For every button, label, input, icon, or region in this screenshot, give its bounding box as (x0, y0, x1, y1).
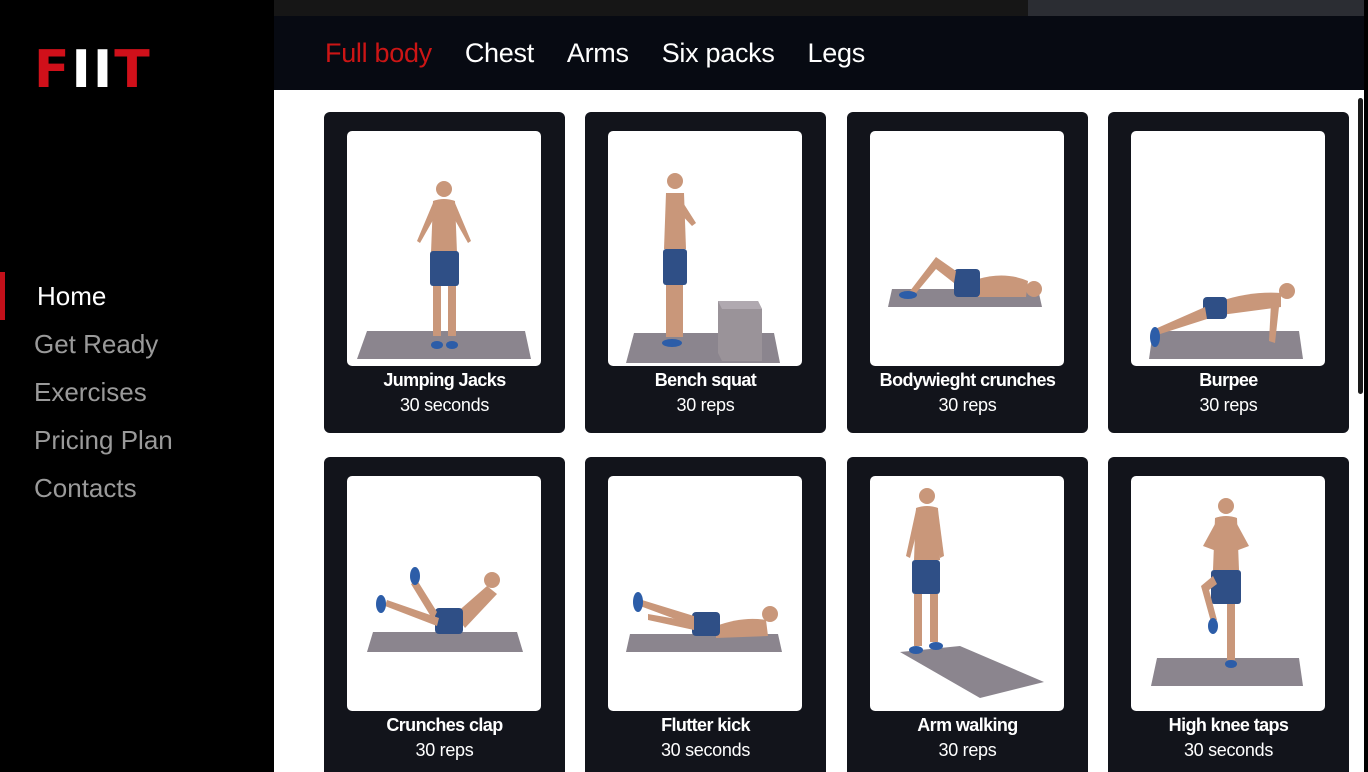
tab-arms[interactable]: Arms (567, 38, 629, 69)
exercise-card[interactable]: Burpee 30 reps (1108, 112, 1349, 433)
exercise-title: Bench squat (654, 370, 757, 390)
exercise-duration: 30 reps (1199, 395, 1258, 415)
sidebar: FIIT Home Get Ready Exercises Pricing Pl… (0, 0, 274, 772)
hero-image-strip (274, 0, 1368, 16)
hero-image-strip-light (1028, 0, 1368, 16)
logo-letters-ii: II (71, 40, 115, 100)
high-knee-figure-icon (1151, 498, 1303, 686)
exercise-duration: 30 seconds (660, 740, 751, 760)
bench-squat-figure-icon (626, 173, 780, 363)
exercise-card[interactable]: Bench squat 30 reps (585, 112, 826, 433)
exercise-duration: 30 seconds (1183, 740, 1274, 760)
exercise-card[interactable]: Crunches clap 30 reps (324, 457, 565, 772)
logo[interactable]: FIIT (34, 42, 152, 98)
exercise-title: Flutter kick (661, 715, 750, 735)
exercise-title: Burpee (1199, 370, 1258, 390)
sidebar-item-get-ready[interactable]: Get Ready (0, 320, 274, 368)
exercise-duration: 30 seconds (399, 395, 490, 415)
exercise-grid: Jumping Jacks 30 seconds Bench squat 30 … (274, 90, 1364, 772)
exercise-title: Arm walking (917, 715, 1018, 735)
exercise-thumbnail (1131, 131, 1325, 366)
sidebar-item-home[interactable]: Home (0, 272, 274, 320)
exercise-card[interactable]: High knee taps 30 seconds (1108, 457, 1349, 772)
v-crunch-figure-icon (367, 567, 523, 652)
standing-angled-figure-icon (900, 488, 1044, 698)
exercise-thumbnail (347, 131, 541, 366)
exercise-thumbnail (608, 476, 802, 711)
exercise-duration: 30 reps (938, 740, 997, 760)
exercise-thumbnail (608, 131, 802, 366)
exercise-title: Crunches clap (386, 715, 503, 735)
tab-chest[interactable]: Chest (465, 38, 534, 69)
tab-six-packs[interactable]: Six packs (662, 38, 775, 69)
tab-legs[interactable]: Legs (808, 38, 866, 69)
exercise-duration: 30 reps (676, 395, 735, 415)
logo-letter-t: T (114, 40, 152, 100)
exercise-duration: 30 reps (415, 740, 474, 760)
sidebar-item-contacts[interactable]: Contacts (0, 464, 274, 512)
exercise-card[interactable]: Arm walking 30 reps (847, 457, 1088, 772)
exercise-duration: 30 reps (938, 395, 997, 415)
sidebar-item-exercises[interactable]: Exercises (0, 368, 274, 416)
plank-figure-icon (1149, 283, 1303, 359)
logo-letter-f: F (34, 40, 72, 100)
exercise-title: Jumping Jacks (383, 370, 506, 390)
exercise-title: Bodywieght crunches (879, 370, 1056, 390)
standing-front-figure-icon (357, 181, 531, 359)
tab-full-body[interactable]: Full body (325, 38, 432, 69)
exercise-card[interactable]: Flutter kick 30 seconds (585, 457, 826, 772)
flutter-kick-figure-icon (626, 592, 782, 652)
exercise-thumbnail (1131, 476, 1325, 711)
category-tabs: Full body Chest Arms Six packs Legs (274, 16, 1364, 90)
exercise-thumbnail (347, 476, 541, 711)
exercise-thumbnail (870, 476, 1064, 711)
exercise-card[interactable]: Jumping Jacks 30 seconds (324, 112, 565, 433)
sidebar-item-pricing-plan[interactable]: Pricing Plan (0, 416, 274, 464)
exercise-title: High knee taps (1168, 715, 1289, 735)
lying-crunch-figure-icon (888, 257, 1042, 307)
exercise-card[interactable]: Bodywieght crunches 30 reps (847, 112, 1088, 433)
exercise-thumbnail (870, 131, 1064, 366)
scrollbar-thumb[interactable] (1358, 98, 1363, 394)
sidebar-nav: Home Get Ready Exercises Pricing Plan Co… (0, 272, 274, 512)
window-frame-edge (1364, 0, 1368, 772)
